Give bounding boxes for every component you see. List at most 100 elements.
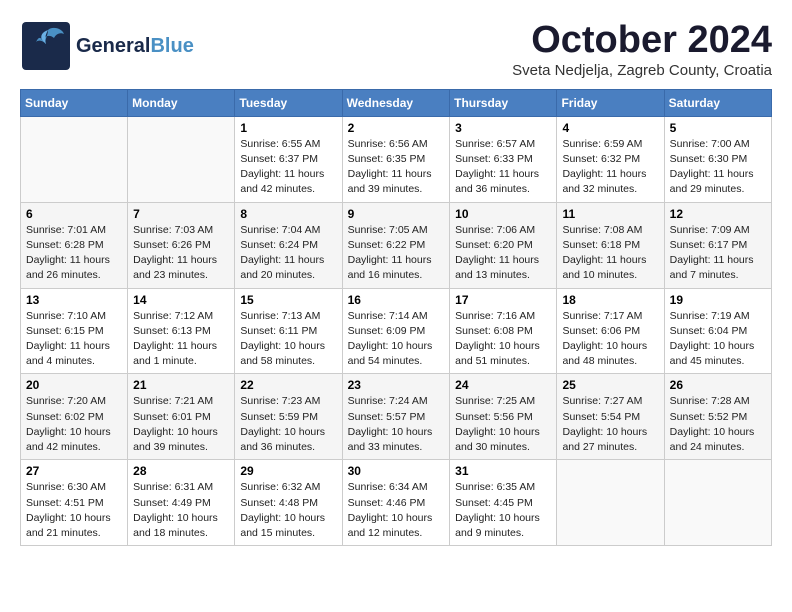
cell-details: Sunrise: 7:08 AM Sunset: 6:18 PM Dayligh… — [562, 223, 658, 284]
calendar-cell: 1Sunrise: 6:55 AM Sunset: 6:37 PM Daylig… — [235, 116, 342, 202]
calendar-cell: 14 Sunrise: 7:12 AM Sunset: 6:13 PM Dayli… — [128, 288, 235, 374]
day-number: 6 — [26, 207, 122, 221]
day-number: 31 — [455, 464, 551, 478]
cell-details: Sunrise: 7:20 AM Sunset: 6:02 PM Dayligh… — [26, 394, 122, 455]
cell-details: Sunrise: 6:56 AM Sunset: 6:35 PM Dayligh… — [348, 137, 445, 198]
day-number: 16 — [348, 293, 445, 307]
calendar-cell: 21Sunrise: 7:21 AM Sunset: 6:01 PM Dayli… — [128, 374, 235, 460]
header-row: SundayMondayTuesdayWednesdayThursdayFrid… — [21, 89, 772, 116]
calendar-cell: 22 Sunrise: 7:23 AM Sunset: 5:59 PM Dayli… — [235, 374, 342, 460]
logo-text-block: GeneralBlue — [76, 35, 194, 57]
cell-details: Sunrise: 7:13 AM Sunset: 6:11 PM Dayligh… — [240, 309, 336, 370]
calendar-cell: 2Sunrise: 6:56 AM Sunset: 6:35 PM Daylig… — [342, 116, 450, 202]
cell-details: Sunrise: 7:27 AM Sunset: 5:54 PM Dayligh… — [562, 394, 658, 455]
day-number: 27 — [26, 464, 122, 478]
calendar-cell — [128, 116, 235, 202]
cell-details: Sunrise: 7:05 AM Sunset: 6:22 PM Dayligh… — [348, 223, 445, 284]
cell-details: Sunrise: 7:17 AM Sunset: 6:06 PM Dayligh… — [562, 309, 658, 370]
calendar-cell: 24 Sunrise: 7:25 AM Sunset: 5:56 PM Dayli… — [450, 374, 557, 460]
day-number: 3 — [455, 121, 551, 135]
cell-details: Sunrise: 6:31 AM Sunset: 4:49 PM Dayligh… — [133, 480, 229, 541]
day-number: 22 — [240, 378, 336, 392]
calendar-cell: 4 Sunrise: 6:59 AM Sunset: 6:32 PM Daylig… — [557, 116, 664, 202]
calendar-week-row: 6 Sunrise: 7:01 AM Sunset: 6:28 PM Daylig… — [21, 202, 772, 288]
cell-details: Sunrise: 7:06 AM Sunset: 6:20 PM Dayligh… — [455, 223, 551, 284]
calendar-cell: 23Sunrise: 7:24 AM Sunset: 5:57 PM Dayli… — [342, 374, 450, 460]
day-number: 24 — [455, 378, 551, 392]
calendar-week-row: 27 Sunrise: 6:30 AM Sunset: 4:51 PM Dayli… — [21, 460, 772, 546]
cell-details: Sunrise: 7:12 AM Sunset: 6:13 PM Dayligh… — [133, 309, 229, 370]
day-number: 23 — [348, 378, 445, 392]
cell-details: Sunrise: 6:30 AM Sunset: 4:51 PM Dayligh… — [26, 480, 122, 541]
day-number: 8 — [240, 207, 336, 221]
calendar-cell: 7 Sunrise: 7:03 AM Sunset: 6:26 PM Daylig… — [128, 202, 235, 288]
day-number: 15 — [240, 293, 336, 307]
location-title: Sveta Nedjelja, Zagreb County, Croatia — [512, 62, 772, 79]
day-number: 12 — [670, 207, 766, 221]
day-number: 10 — [455, 207, 551, 221]
day-number: 17 — [455, 293, 551, 307]
calendar-cell — [21, 116, 128, 202]
cell-details: Sunrise: 7:25 AM Sunset: 5:56 PM Dayligh… — [455, 394, 551, 455]
cell-details: Sunrise: 7:01 AM Sunset: 6:28 PM Dayligh… — [26, 223, 122, 284]
cell-details: Sunrise: 7:09 AM Sunset: 6:17 PM Dayligh… — [670, 223, 766, 284]
calendar-cell: 25Sunrise: 7:27 AM Sunset: 5:54 PM Dayli… — [557, 374, 664, 460]
day-number: 4 — [562, 121, 658, 135]
calendar-week-row: 1Sunrise: 6:55 AM Sunset: 6:37 PM Daylig… — [21, 116, 772, 202]
cell-details: Sunrise: 7:21 AM Sunset: 6:01 PM Dayligh… — [133, 394, 229, 455]
title-block: October 2024 Sveta Nedjelja, Zagreb Coun… — [512, 20, 772, 79]
day-number: 18 — [562, 293, 658, 307]
cell-details: Sunrise: 7:28 AM Sunset: 5:52 PM Dayligh… — [670, 394, 766, 455]
weekday-header: Tuesday — [235, 89, 342, 116]
calendar-cell: 26 Sunrise: 7:28 AM Sunset: 5:52 PM Dayli… — [664, 374, 771, 460]
cell-details: Sunrise: 7:03 AM Sunset: 6:26 PM Dayligh… — [133, 223, 229, 284]
calendar-cell: 17 Sunrise: 7:16 AM Sunset: 6:08 PM Dayli… — [450, 288, 557, 374]
weekday-header: Monday — [128, 89, 235, 116]
day-number: 7 — [133, 207, 229, 221]
cell-details: Sunrise: 6:55 AM Sunset: 6:37 PM Dayligh… — [240, 137, 336, 198]
calendar-cell: 18 Sunrise: 7:17 AM Sunset: 6:06 PM Dayli… — [557, 288, 664, 374]
day-number: 26 — [670, 378, 766, 392]
calendar-cell: 19 Sunrise: 7:19 AM Sunset: 6:04 PM Dayli… — [664, 288, 771, 374]
weekday-header: Saturday — [664, 89, 771, 116]
day-number: 14 — [133, 293, 229, 307]
calendar-week-row: 20Sunrise: 7:20 AM Sunset: 6:02 PM Dayli… — [21, 374, 772, 460]
calendar-cell: 10 Sunrise: 7:06 AM Sunset: 6:20 PM Dayli… — [450, 202, 557, 288]
logo-blue: Blue — [150, 35, 193, 57]
weekday-header: Wednesday — [342, 89, 450, 116]
logo-general: General — [76, 35, 150, 57]
calendar-cell: 12 Sunrise: 7:09 AM Sunset: 6:17 PM Dayli… — [664, 202, 771, 288]
cell-details: Sunrise: 7:10 AM Sunset: 6:15 PM Dayligh… — [26, 309, 122, 370]
day-number: 13 — [26, 293, 122, 307]
calendar-cell — [664, 460, 771, 546]
day-number: 28 — [133, 464, 229, 478]
calendar-cell: 30Sunrise: 6:34 AM Sunset: 4:46 PM Dayli… — [342, 460, 450, 546]
calendar-cell: 31 Sunrise: 6:35 AM Sunset: 4:45 PM Dayli… — [450, 460, 557, 546]
cell-details: Sunrise: 6:59 AM Sunset: 6:32 PM Dayligh… — [562, 137, 658, 198]
calendar-cell: 5Sunrise: 7:00 AM Sunset: 6:30 PM Daylig… — [664, 116, 771, 202]
cell-details: Sunrise: 7:23 AM Sunset: 5:59 PM Dayligh… — [240, 394, 336, 455]
weekday-header: Sunday — [21, 89, 128, 116]
cell-details: Sunrise: 7:19 AM Sunset: 6:04 PM Dayligh… — [670, 309, 766, 370]
month-title: October 2024 — [512, 20, 772, 62]
day-number: 5 — [670, 121, 766, 135]
calendar-cell: 8Sunrise: 7:04 AM Sunset: 6:24 PM Daylig… — [235, 202, 342, 288]
calendar-cell: 28 Sunrise: 6:31 AM Sunset: 4:49 PM Dayli… — [128, 460, 235, 546]
calendar-cell: 3 Sunrise: 6:57 AM Sunset: 6:33 PM Daylig… — [450, 116, 557, 202]
calendar-cell: 13 Sunrise: 7:10 AM Sunset: 6:15 PM Dayli… — [21, 288, 128, 374]
cell-details: Sunrise: 7:16 AM Sunset: 6:08 PM Dayligh… — [455, 309, 551, 370]
weekday-header: Friday — [557, 89, 664, 116]
calendar-table: SundayMondayTuesdayWednesdayThursdayFrid… — [20, 89, 772, 546]
cell-details: Sunrise: 6:32 AM Sunset: 4:48 PM Dayligh… — [240, 480, 336, 541]
day-number: 29 — [240, 464, 336, 478]
calendar-week-row: 13 Sunrise: 7:10 AM Sunset: 6:15 PM Dayli… — [21, 288, 772, 374]
calendar-cell: 20Sunrise: 7:20 AM Sunset: 6:02 PM Dayli… — [21, 374, 128, 460]
day-number: 19 — [670, 293, 766, 307]
page-header: GeneralBlue October 2024 Sveta Nedjelja,… — [20, 20, 772, 79]
day-number: 9 — [348, 207, 445, 221]
calendar-cell: 27 Sunrise: 6:30 AM Sunset: 4:51 PM Dayli… — [21, 460, 128, 546]
calendar-cell: 11Sunrise: 7:08 AM Sunset: 6:18 PM Dayli… — [557, 202, 664, 288]
cell-details: Sunrise: 6:57 AM Sunset: 6:33 PM Dayligh… — [455, 137, 551, 198]
weekday-header: Thursday — [450, 89, 557, 116]
cell-details: Sunrise: 6:35 AM Sunset: 4:45 PM Dayligh… — [455, 480, 551, 541]
